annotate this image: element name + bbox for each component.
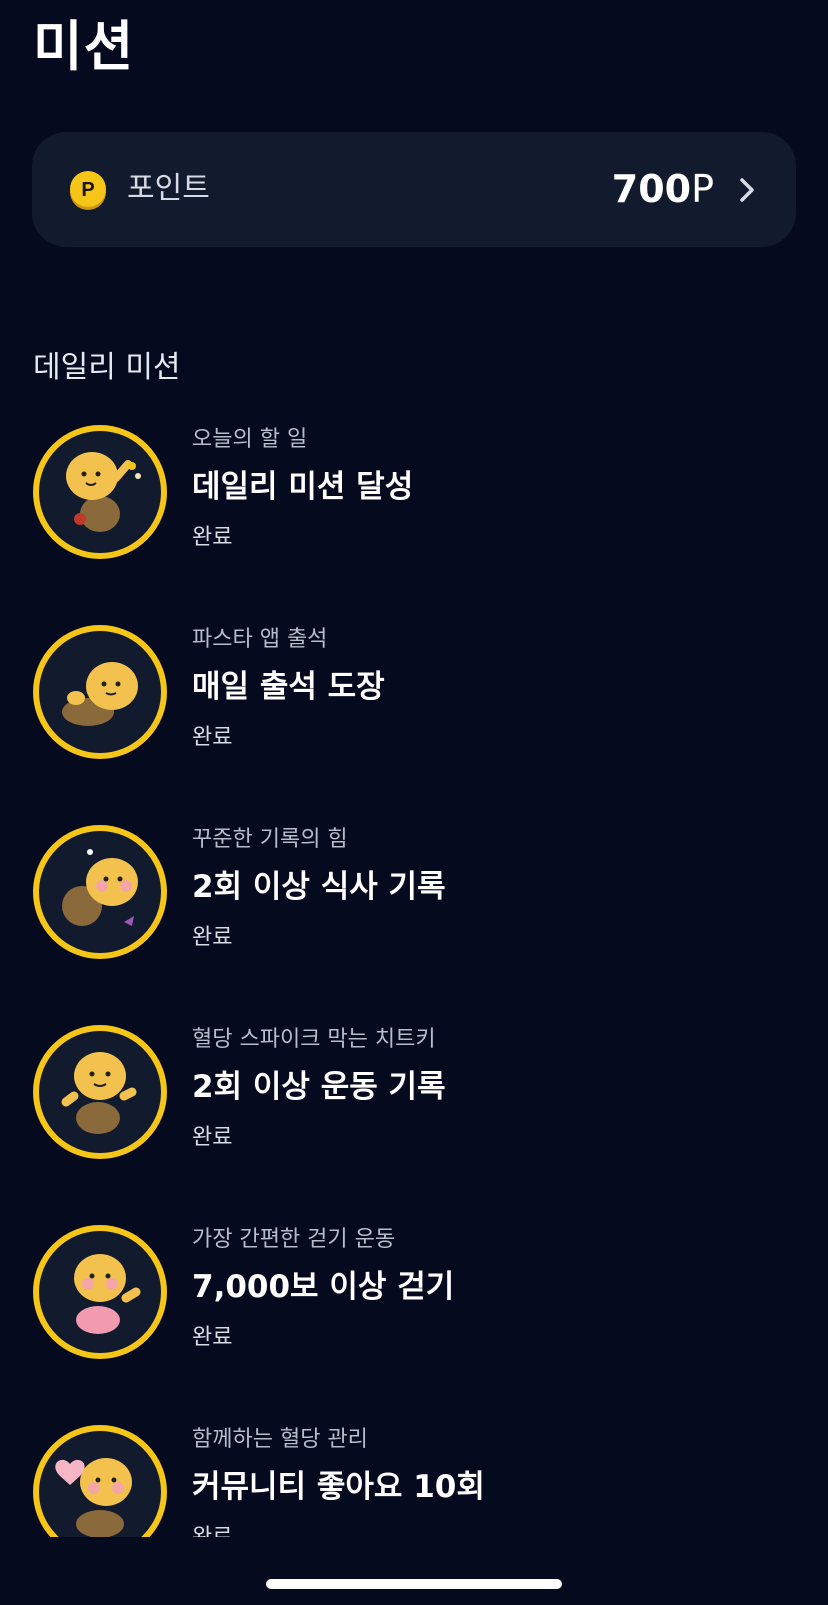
points-card[interactable]: P 포인트 700P: [32, 132, 796, 247]
mission-title: 7,000보 이상 걷기: [192, 1269, 455, 1305]
points-label: 포인트: [127, 171, 210, 206]
mission-item[interactable]: 함께하는 혈당 관리 커뮤니티 좋아요 10회 완료: [0, 1422, 828, 1537]
mission-status: 완료: [192, 725, 233, 750]
mission-item[interactable]: 가장 간편한 걷기 운동 7,000보 이상 걷기 완료: [0, 1222, 828, 1372]
mission-subtitle: 꾸준한 기록의 힘: [192, 827, 348, 852]
mission-status: 완료: [192, 1325, 233, 1350]
mascot-lying-icon: [33, 625, 167, 759]
mission-subtitle: 가장 간편한 걷기 운동: [192, 1227, 396, 1252]
mission-status: 완료: [192, 1520, 232, 1537]
mission-subtitle: 혈당 스파이크 막는 치트키: [192, 1027, 436, 1052]
point-coin-icon: P: [70, 171, 106, 210]
mascot-heart-icon: [33, 1425, 167, 1537]
mascot-eating-icon: [33, 825, 167, 959]
mission-subtitle: 오늘의 할 일: [192, 427, 308, 452]
mission-item[interactable]: 파스타 앱 출석 매일 출석 도장 완료: [0, 622, 828, 772]
mission-subtitle: 파스타 앱 출석: [192, 627, 328, 652]
mission-title: 데일리 미션 달성: [192, 469, 414, 505]
mission-item[interactable]: 꾸준한 기록의 힘 2회 이상 식사 기록 완료: [0, 822, 828, 972]
points-unit: P: [691, 167, 714, 211]
chevron-right-icon: [740, 178, 754, 202]
mission-list: 오늘의 할 일 데일리 미션 달성 완료 파스타 앱 출석 매일 출석 도장 완…: [0, 422, 828, 1537]
home-indicator[interactable]: [266, 1579, 562, 1589]
mission-title: 커뮤니티 좋아요 10회: [192, 1469, 485, 1505]
mission-title: 매일 출석 도장: [192, 669, 385, 705]
coin-letter: P: [81, 179, 94, 201]
points-value: 700P: [612, 164, 714, 214]
mission-status: 완료: [192, 1125, 233, 1150]
mission-status: 완료: [192, 925, 233, 950]
mascot-cheering-icon: [33, 425, 167, 559]
mission-title: 2회 이상 운동 기록: [192, 1069, 446, 1105]
mission-item[interactable]: 오늘의 할 일 데일리 미션 달성 완료: [0, 422, 828, 572]
mission-subtitle: 함께하는 혈당 관리: [192, 1427, 368, 1452]
mascot-exercise-icon: [33, 1025, 167, 1159]
points-amount: 700: [611, 167, 692, 211]
mission-item[interactable]: 혈당 스파이크 막는 치트키 2회 이상 운동 기록 완료: [0, 1022, 828, 1172]
mission-title: 2회 이상 식사 기록: [192, 869, 446, 905]
daily-missions-heading: 데일리 미션: [33, 350, 181, 385]
mascot-walking-icon: [33, 1225, 167, 1359]
page-title: 미션: [33, 15, 135, 78]
mission-status: 완료: [192, 525, 233, 550]
